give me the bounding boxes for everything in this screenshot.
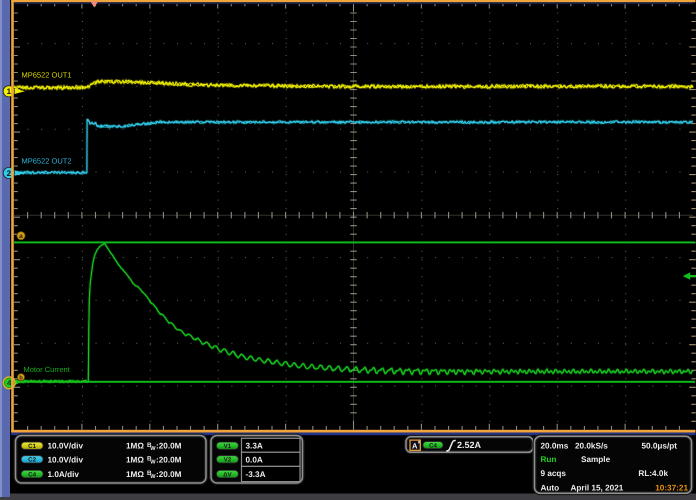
- svg-text:20.0kS/s: 20.0kS/s: [575, 442, 608, 451]
- svg-text:50.0μs/pt: 50.0μs/pt: [641, 442, 677, 451]
- svg-text:0.0A: 0.0A: [246, 455, 263, 464]
- svg-text:A: A: [412, 441, 418, 450]
- svg-text:Sample: Sample: [581, 455, 611, 464]
- svg-text:C1: C1: [28, 443, 36, 450]
- svg-text:V2: V2: [224, 457, 232, 464]
- svg-text:RL:4.0k: RL:4.0k: [638, 469, 668, 478]
- svg-text:1MΩ: 1MΩ: [126, 455, 144, 464]
- svg-text:Motor Current: Motor Current: [24, 365, 71, 374]
- svg-text:a: a: [19, 233, 23, 240]
- svg-text:-3.3A: -3.3A: [246, 470, 266, 479]
- svg-text:1.0A/div: 1.0A/div: [48, 470, 80, 479]
- svg-text:Auto: Auto: [541, 483, 560, 492]
- svg-text:2.52A: 2.52A: [457, 440, 482, 450]
- svg-text:2: 2: [7, 169, 12, 178]
- svg-text:V1: V1: [224, 443, 232, 450]
- svg-text:C4: C4: [429, 442, 437, 449]
- svg-text:MP6522 OUT1: MP6522 OUT1: [22, 71, 72, 80]
- svg-text:b: b: [19, 374, 23, 381]
- svg-text:20.0ms: 20.0ms: [541, 442, 569, 451]
- svg-text:1: 1: [7, 87, 12, 96]
- svg-text:C4: C4: [28, 471, 36, 478]
- svg-text:Run: Run: [541, 455, 557, 464]
- svg-text:MP6522 OUT2: MP6522 OUT2: [22, 157, 72, 166]
- svg-text:3.3A: 3.3A: [246, 442, 263, 451]
- svg-text:10.0V/div: 10.0V/div: [48, 442, 84, 451]
- svg-text:ΔV: ΔV: [223, 471, 232, 478]
- svg-text:1MΩ: 1MΩ: [126, 442, 144, 451]
- svg-text:10.0V/div: 10.0V/div: [48, 455, 84, 464]
- svg-text:C2: C2: [28, 457, 36, 464]
- svg-text::20.0M: :20.0M: [156, 455, 182, 464]
- svg-text:1MΩ: 1MΩ: [126, 470, 144, 479]
- svg-text:10:37:21: 10:37:21: [655, 483, 688, 492]
- svg-text::20.0M: :20.0M: [156, 442, 182, 451]
- svg-text:9 acqs: 9 acqs: [541, 469, 567, 478]
- svg-text:April 15, 2021: April 15, 2021: [571, 483, 624, 492]
- svg-text::20.0M: :20.0M: [156, 470, 182, 479]
